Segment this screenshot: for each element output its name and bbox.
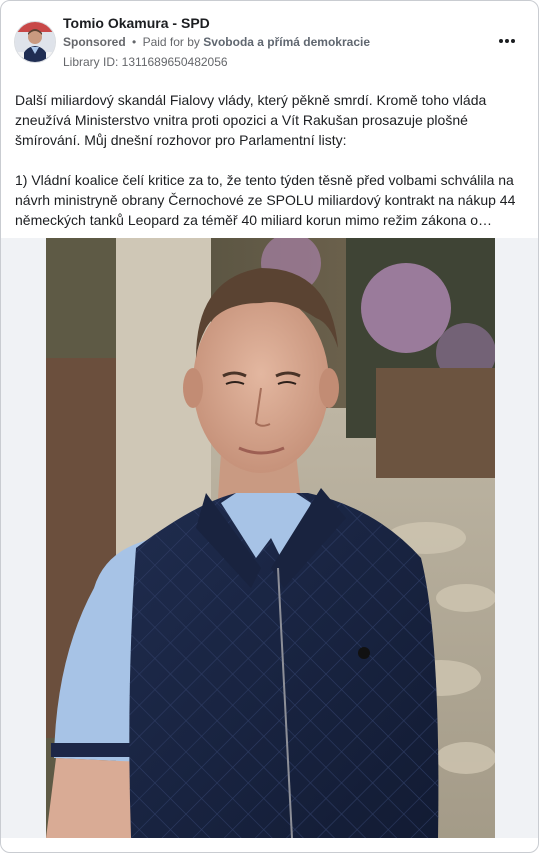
more-options-button[interactable] [495, 31, 519, 51]
payer-name[interactable]: Svoboda a přímá demokracie [203, 35, 370, 49]
library-id: Library ID: 1311689650482056 [63, 55, 228, 69]
page-name[interactable]: Tomio Okamura - SPD [63, 15, 210, 31]
sponsored-label: Sponsored [63, 35, 126, 49]
more-horizontal-icon [499, 39, 503, 43]
sponsor-line: Sponsored • Paid for by Svoboda a přímá … [63, 35, 370, 49]
post-header: Tomio Okamura - SPD Sponsored • Paid for… [1, 1, 538, 76]
post-paragraph: Další miliardový skandál Fialovy vlády, … [15, 92, 487, 148]
post-paragraph: 1) Vládní koalice čelí kritice za to, že… [15, 172, 516, 228]
page-avatar[interactable] [14, 21, 56, 63]
ad-photo[interactable] [46, 238, 495, 838]
more-horizontal-icon-dot [511, 39, 515, 43]
post-text: Další miliardový skandál Fialovy vlády, … [15, 90, 527, 230]
separator-dot: • [132, 35, 137, 49]
more-horizontal-icon-dot [505, 39, 509, 43]
paid-for-prefix: Paid for by [142, 35, 200, 49]
ad-card: Tomio Okamura - SPD Sponsored • Paid for… [0, 0, 539, 853]
